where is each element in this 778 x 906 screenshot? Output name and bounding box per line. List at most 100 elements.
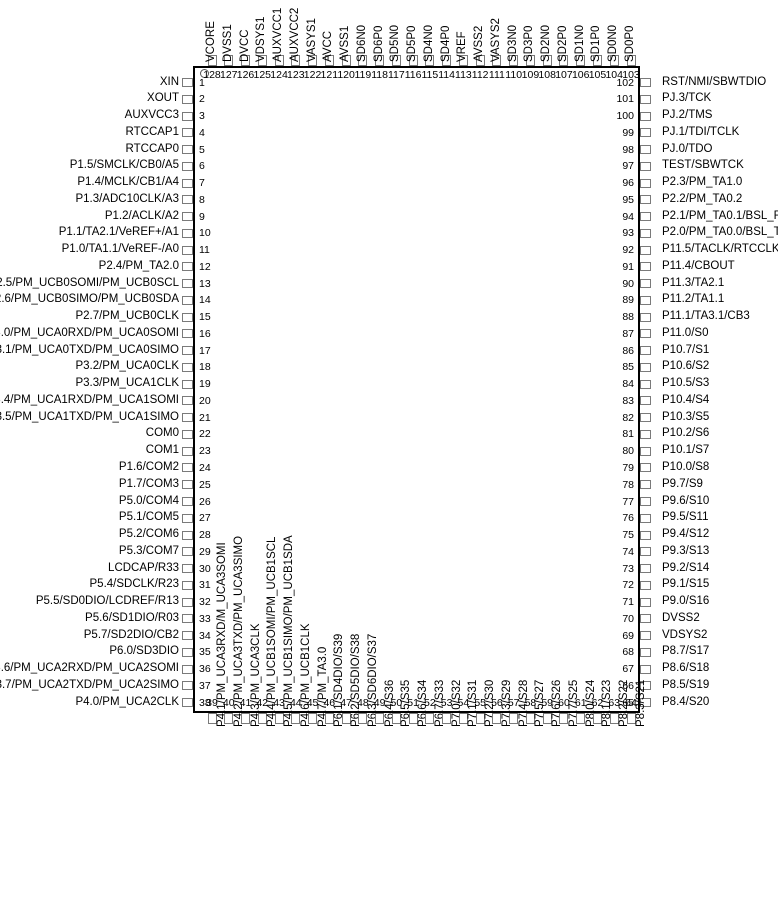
pin-number-11: 11 bbox=[199, 244, 210, 257]
pin-stub-right-81 bbox=[640, 429, 651, 439]
pin-stub-bottom-41 bbox=[241, 713, 251, 724]
pin-number-95: 95 bbox=[622, 193, 634, 206]
pin-label-128: VCORE bbox=[205, 21, 217, 62]
pin-stub-right-89 bbox=[640, 295, 651, 305]
pin-stub-left-28 bbox=[182, 530, 193, 540]
pin-number-81: 81 bbox=[622, 428, 634, 441]
pin-stub-left-4 bbox=[182, 128, 193, 138]
pin-stub-left-13 bbox=[182, 279, 193, 289]
pin-stub-left-6 bbox=[182, 161, 193, 171]
pin-label-41: P4.3/PM_UCA3CLK bbox=[249, 623, 262, 727]
pin-stub-left-33 bbox=[182, 614, 193, 624]
pin-number-34: 34 bbox=[199, 629, 211, 642]
pin-label-120: AVSS1 bbox=[339, 25, 352, 62]
pin-stub-left-24 bbox=[182, 463, 193, 473]
pin-stub-left-15 bbox=[182, 312, 193, 322]
pin-number-73: 73 bbox=[622, 562, 634, 575]
pin-label-73: P9.2/S14 bbox=[662, 561, 710, 574]
pin-label-35: P6.0/SD3DIO bbox=[109, 645, 179, 658]
pin-stub-right-76 bbox=[640, 513, 651, 523]
pin-label-95: P2.2/PM_TA0.2 bbox=[662, 192, 743, 205]
pin-number-67: 67 bbox=[622, 663, 634, 676]
pin-stub-right-85 bbox=[640, 362, 651, 372]
pin-label-92: P11.5/TACLK/RTCCLK bbox=[662, 243, 778, 256]
pin-label-125: VDSYS1 bbox=[255, 16, 268, 62]
pin-label-18: P3.2/PM_UCA0CLK bbox=[75, 360, 179, 373]
pin-label-9: P1.2/ACLK/A2 bbox=[104, 209, 179, 222]
pin-number-30: 30 bbox=[199, 562, 211, 575]
pin-label-99: PJ.1/TDI/TCLK bbox=[662, 125, 740, 138]
pinout-diagram: 1 XIN 2 XOUT 3 AUXVCC3 4 RTCCAP1 5 RTCCAP0 6 P1.5/S… bbox=[0, 0, 778, 906]
pin-number-14: 14 bbox=[199, 294, 211, 307]
pin-label-38: P4.0/PM_UCA2CLK bbox=[75, 695, 179, 708]
pin-label-70: DVSS2 bbox=[662, 611, 700, 624]
pin-stub-left-34 bbox=[182, 631, 193, 641]
pin-stub-left-3 bbox=[182, 111, 193, 121]
pin-number-15: 15 bbox=[199, 311, 211, 324]
pin-number-93: 93 bbox=[622, 227, 634, 240]
pin-label-82: P10.3/S5 bbox=[662, 410, 710, 423]
pin-stub-right-72 bbox=[640, 580, 651, 590]
pin-number-72: 72 bbox=[622, 579, 634, 592]
pin-stub-left-20 bbox=[182, 396, 193, 406]
pin-label-65: P8.4/S20 bbox=[662, 695, 710, 708]
pin-stub-right-97 bbox=[640, 161, 651, 171]
pin-number-80: 80 bbox=[622, 445, 634, 458]
pin-number-32: 32 bbox=[199, 596, 211, 609]
pin-label-25: P1.7/COM3 bbox=[118, 477, 179, 490]
pin-number-7: 7 bbox=[199, 177, 205, 190]
pin-label-90: P11.3/TA2.1 bbox=[662, 276, 725, 289]
pin-label-26: P5.0/COM4 bbox=[118, 494, 179, 507]
pin-number-86: 86 bbox=[622, 344, 634, 357]
pin-stub-right-100 bbox=[640, 111, 651, 121]
pin-label-76: P9.5/S11 bbox=[662, 511, 709, 524]
pin-stub-right-87 bbox=[640, 329, 651, 339]
pin-stub-left-21 bbox=[182, 413, 193, 423]
pin-label-69: VDSYS2 bbox=[662, 628, 708, 641]
pin-stub-left-1 bbox=[182, 78, 193, 87]
pin-stub-right-96 bbox=[640, 178, 651, 188]
pin-label-89: P11.2/TA1.1 bbox=[662, 293, 725, 306]
pin-label-109: SD3P0 bbox=[523, 25, 536, 62]
pin-label-127: DVSS1 bbox=[221, 24, 234, 62]
pin-label-112: AVSS2 bbox=[473, 25, 486, 62]
pin-stub-left-30 bbox=[182, 564, 193, 574]
pin-number-21: 21 bbox=[199, 411, 211, 424]
pin-number-97: 97 bbox=[622, 160, 634, 173]
pin-label-79: P10.0/S8 bbox=[662, 460, 710, 473]
pin-label-107: SD2P0 bbox=[556, 25, 569, 62]
pin-label-16: P3.0/PM_UCA0RXD/PM_UCA0SOMI bbox=[0, 326, 179, 339]
pin-number-6: 6 bbox=[199, 160, 205, 173]
pin-label-37: P3.7/PM_UCA2TXD/PM_UCA2SIMO bbox=[0, 678, 179, 691]
pin-stub-bottom-49 bbox=[375, 713, 385, 724]
pin-stub-bottom-48 bbox=[358, 713, 368, 724]
pin-number-31: 31 bbox=[199, 579, 211, 592]
pin-stub-left-25 bbox=[182, 480, 193, 490]
pin-number-70: 70 bbox=[622, 612, 634, 625]
pin-stub-left-32 bbox=[182, 597, 193, 607]
pin-label-21: P3.5/PM_UCA1TXD/PM_UCA1SIMO bbox=[0, 410, 179, 423]
pin-number-8: 8 bbox=[199, 193, 205, 206]
pin-label-85: P10.6/S2 bbox=[662, 360, 710, 373]
pin-number-35: 35 bbox=[199, 646, 211, 659]
pin-stub-right-69 bbox=[640, 631, 651, 641]
pin-label-96: P2.3/PM_TA1.0 bbox=[662, 176, 743, 189]
pin-label-74: P9.3/S13 bbox=[662, 544, 710, 557]
pin-number-88: 88 bbox=[622, 311, 634, 324]
pin-stub-left-2 bbox=[182, 94, 193, 104]
pin-label-20: P3.4/PM_UCA1RXD/PM_UCA1SOMI bbox=[0, 393, 179, 406]
pin-number-100: 100 bbox=[616, 110, 634, 123]
pin-stub-right-88 bbox=[640, 312, 651, 322]
pin-number-26: 26 bbox=[199, 495, 211, 508]
pin-number-101: 101 bbox=[616, 93, 634, 106]
pin-number-19: 19 bbox=[199, 378, 211, 391]
pin-label-13: P2.5/PM_UCB0SOMI/PM_UCB0SCL bbox=[0, 276, 179, 289]
pin-stub-left-18 bbox=[182, 362, 193, 372]
pin-number-25: 25 bbox=[199, 478, 211, 491]
pin-stub-right-78 bbox=[640, 480, 651, 490]
pin-stub-right-101 bbox=[640, 94, 651, 104]
pin-stub-right-90 bbox=[640, 279, 651, 289]
pin-label-27: P5.1/COM5 bbox=[118, 511, 179, 524]
pin-number-10: 10 bbox=[199, 227, 211, 240]
pin-label-23: COM1 bbox=[145, 444, 179, 457]
